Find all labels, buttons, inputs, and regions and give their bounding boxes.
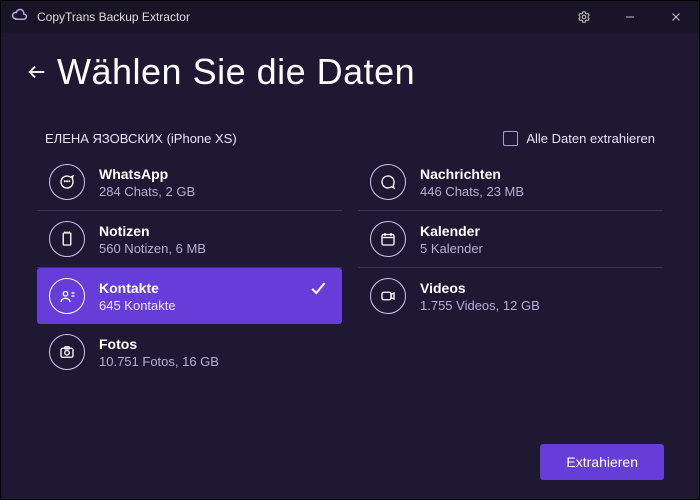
device-row: ЕЛЕНА ЯЗОВСКИХ (iPhone XS) Alle Daten ex…: [1, 99, 699, 154]
item-sub: 645 Kontakte: [99, 298, 176, 313]
item-whatsapp[interactable]: WhatsApp 284 Chats, 2 GB: [37, 154, 342, 211]
arrow-left-icon: [26, 61, 48, 83]
minimize-icon: [623, 10, 637, 24]
item-sub: 284 Chats, 2 GB: [99, 184, 195, 199]
extract-all-checkbox[interactable]: Alle Daten extrahieren: [503, 131, 655, 146]
extract-button[interactable]: Extrahieren: [540, 444, 664, 480]
item-kalender[interactable]: Kalender 5 Kalender: [358, 211, 663, 268]
checkmark-icon: [308, 278, 328, 303]
messages-icon: [370, 164, 406, 200]
device-name: ЕЛЕНА ЯЗОВСКИХ (iPhone XS): [45, 131, 237, 146]
app-title: CopyTrans Backup Extractor: [37, 10, 190, 24]
app-logo-icon: [11, 8, 29, 26]
right-column: Nachrichten 446 Chats, 23 MB Kalender 5 …: [358, 154, 663, 380]
page-header: Wählen Sie die Daten: [1, 33, 699, 99]
gear-icon: [577, 10, 591, 24]
item-nachrichten[interactable]: Nachrichten 446 Chats, 23 MB: [358, 154, 663, 211]
item-label: WhatsApp: [99, 166, 195, 182]
item-sub: 560 Notizen, 6 MB: [99, 241, 206, 256]
item-label: Kontakte: [99, 280, 176, 296]
close-icon: [669, 10, 683, 24]
item-fotos[interactable]: Fotos 10.751 Fotos, 16 GB: [37, 324, 342, 380]
item-notizen[interactable]: Notizen 560 Notizen, 6 MB: [37, 211, 342, 268]
photos-icon: [49, 334, 85, 370]
calendar-icon: [370, 221, 406, 257]
item-sub: 5 Kalender: [420, 241, 483, 256]
item-label: Nachrichten: [420, 166, 524, 182]
whatsapp-icon: [49, 164, 85, 200]
minimize-button[interactable]: [607, 1, 653, 33]
item-label: Notizen: [99, 223, 206, 239]
contacts-icon: [49, 278, 85, 314]
footer: Extrahieren: [540, 444, 664, 480]
left-column: WhatsApp 284 Chats, 2 GB Notizen 560 Not…: [37, 154, 342, 380]
item-label: Videos: [420, 280, 540, 296]
titlebar: CopyTrans Backup Extractor: [1, 1, 699, 33]
notes-icon: [49, 221, 85, 257]
close-button[interactable]: [653, 1, 699, 33]
back-button[interactable]: [23, 58, 51, 86]
item-kontakte[interactable]: Kontakte 645 Kontakte: [37, 268, 342, 324]
item-sub: 1.755 Videos, 12 GB: [420, 298, 540, 313]
item-videos[interactable]: Videos 1.755 Videos, 12 GB: [358, 268, 663, 324]
item-label: Kalender: [420, 223, 483, 239]
item-label: Fotos: [99, 336, 219, 352]
item-sub: 10.751 Fotos, 16 GB: [99, 354, 219, 369]
videos-icon: [370, 278, 406, 314]
item-sub: 446 Chats, 23 MB: [420, 184, 524, 199]
settings-button[interactable]: [561, 1, 607, 33]
data-grid: WhatsApp 284 Chats, 2 GB Notizen 560 Not…: [1, 154, 699, 380]
page-title: Wählen Sie die Daten: [57, 51, 415, 93]
extract-all-label: Alle Daten extrahieren: [526, 131, 655, 146]
checkbox-icon: [503, 131, 518, 146]
